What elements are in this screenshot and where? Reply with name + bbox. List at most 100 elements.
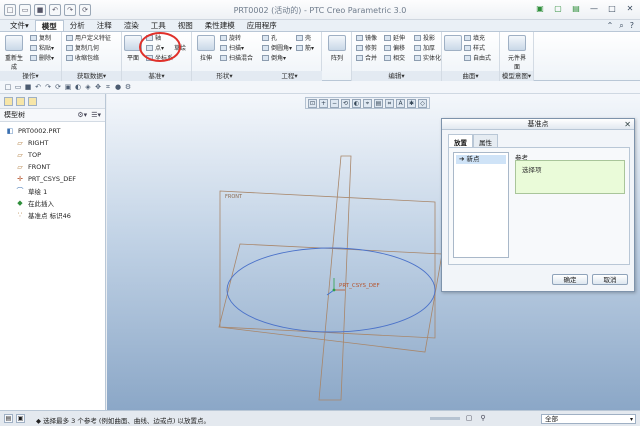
group-caption-edit[interactable]: 编辑▾ [352, 71, 441, 81]
references-collector[interactable]: 选择项 [515, 160, 625, 194]
zoom-slider[interactable] [430, 417, 460, 420]
shading-icon[interactable]: ◐ [74, 83, 82, 91]
ok-button[interactable]: 确定 [552, 274, 588, 285]
tree-item-part[interactable]: ◧ PRT0002.PRT [2, 125, 103, 137]
rib-button[interactable]: 筋▾ [296, 45, 314, 53]
tab-view[interactable]: 视图 [172, 20, 199, 31]
fullscreen-icon[interactable]: ▢ [464, 414, 474, 423]
project-button[interactable]: 投影 [414, 35, 435, 43]
right-plane[interactable] [318, 155, 352, 401]
data-window-icon[interactable]: ▤ [570, 3, 582, 15]
new-icon[interactable]: □ [4, 83, 12, 91]
help-window-icon[interactable]: ▢ [552, 3, 564, 15]
orient-icon[interactable]: ✥ [94, 83, 102, 91]
open-icon[interactable]: ▭ [14, 83, 22, 91]
browser-toggle-icon[interactable]: ▣ [16, 414, 25, 423]
pattern-button[interactable]: 阵列 [327, 35, 347, 62]
regenerate-button[interactable]: 重新生成 [3, 35, 25, 71]
tree-item-right[interactable]: ▱ RIGHT [2, 137, 103, 149]
solidify-button[interactable]: 实体化 [414, 55, 441, 63]
folder-browser-icon[interactable] [16, 97, 25, 106]
group-caption-operations[interactable]: 操作▾ [0, 71, 61, 81]
fill-button[interactable]: 填充 [464, 35, 485, 43]
swept-blend-button[interactable]: 扫描混合 [220, 55, 253, 63]
boundary-blend-button[interactable] [444, 35, 462, 53]
csys-origin[interactable] [332, 288, 336, 292]
display-style-icon[interactable]: ◈ [84, 83, 92, 91]
tree-item-top[interactable]: ▱ TOP [2, 149, 103, 161]
chamfer-button[interactable]: 倒角▾ [262, 55, 286, 63]
mirror-button[interactable]: 镜像 [356, 35, 377, 43]
settings-icon[interactable]: ⚙ [124, 83, 132, 91]
dialog-title-bar[interactable]: 基准点 ✕ [442, 119, 634, 130]
sweep-button[interactable]: 扫描▾ [220, 45, 244, 53]
close-icon[interactable]: ✕ [624, 3, 636, 15]
selection-filter[interactable]: 全部 ▾ [541, 414, 636, 424]
cancel-button[interactable]: 取消 [592, 274, 628, 285]
group-caption-engineering[interactable]: 工程▾ [257, 71, 322, 81]
app-window-icon[interactable]: ▣ [534, 3, 546, 15]
group-caption-surfaces[interactable]: 曲面▾ [442, 71, 499, 81]
hole-button[interactable]: 孔 [262, 35, 277, 43]
minimize-icon[interactable]: — [588, 3, 600, 15]
freestyle-button[interactable]: 自由式 [464, 55, 491, 63]
appearance-icon[interactable]: ● [114, 83, 122, 91]
revolve-button[interactable]: 旋转 [220, 35, 241, 43]
group-caption-datum[interactable]: 基准▾ [122, 71, 191, 81]
extend-button[interactable]: 延伸 [384, 35, 405, 43]
group-caption-get-data[interactable]: 获取数据▾ [62, 71, 121, 81]
copy-geometry-button[interactable]: 复制几何 [66, 45, 99, 53]
find-icon[interactable]: ⚲ [478, 414, 488, 423]
extrude-button[interactable]: 拉伸 [196, 35, 216, 62]
datum-display-icon[interactable]: ⌗ [104, 83, 112, 91]
round-button[interactable]: 倒圆角▾ [262, 45, 292, 53]
tab-analysis[interactable]: 分析 [64, 20, 91, 31]
tab-tools[interactable]: 工具 [145, 20, 172, 31]
style-button[interactable]: 样式 [464, 45, 485, 53]
redo-icon[interactable]: ↷ [44, 83, 52, 91]
copy-button[interactable]: 复制 [30, 35, 51, 43]
front-plane[interactable] [219, 190, 436, 339]
list-item[interactable]: ➔ 新点 [456, 155, 506, 164]
tab-applications[interactable]: 应用程序 [241, 20, 283, 31]
collapse-ribbon-icon[interactable]: ⌃ [607, 21, 614, 31]
tab-file[interactable]: 文件▾ [4, 20, 35, 31]
shrinkwrap-button[interactable]: 收缩包络 [66, 55, 99, 63]
tree-settings-icon[interactable]: ⚙▾ [77, 111, 87, 119]
tree-item-sketch[interactable]: ⌒ 草绘 1 [2, 185, 103, 197]
undo-icon[interactable]: ↶ [34, 83, 42, 91]
top-plane[interactable] [218, 243, 443, 353]
tree-item-csys[interactable]: ✛ PRT_CSYS_DEF [2, 173, 103, 185]
help-icon[interactable]: ? [630, 21, 634, 31]
delete-button[interactable]: 删除▾ [30, 55, 54, 63]
search-icon[interactable]: ⌕ [619, 21, 623, 31]
intersect-button[interactable]: 相交 [384, 55, 405, 63]
merge-button[interactable]: 合并 [356, 55, 377, 63]
shell-button[interactable]: 壳 [296, 35, 311, 43]
model-tree-tab-icon[interactable] [4, 97, 13, 106]
udf-button[interactable]: 用户定义特征 [66, 35, 111, 43]
regenerate-icon[interactable]: ⟳ [54, 83, 62, 91]
tree-filter-icon[interactable]: ☰▾ [91, 111, 101, 119]
tab-render[interactable]: 渲染 [118, 20, 145, 31]
thicken-button[interactable]: 加厚 [414, 45, 435, 53]
point-list[interactable]: ➔ 新点 [453, 152, 509, 258]
maximize-icon[interactable]: □ [606, 3, 618, 15]
paste-button[interactable]: 粘贴▾ [30, 45, 54, 53]
tab-model[interactable]: 模型 [34, 20, 64, 31]
component-interface-button[interactable]: 元件界面 [506, 35, 528, 71]
trim-button[interactable]: 修剪 [356, 45, 377, 53]
group-caption-shape[interactable]: 形状▾ [192, 71, 257, 81]
tree-item-datum-point[interactable]: ∵ 基准点 标识46 [2, 209, 103, 221]
close-icon[interactable]: ✕ [624, 119, 631, 130]
window-icon[interactable]: ▣ [64, 83, 72, 91]
tab-annotate[interactable]: 注释 [91, 20, 118, 31]
offset-button[interactable]: 偏移 [384, 45, 405, 53]
model-tree-toggle-icon[interactable]: ▤ [4, 414, 13, 423]
tree-item-front[interactable]: ▱ FRONT [2, 161, 103, 173]
sketch-ellipse[interactable] [226, 247, 436, 333]
save-icon[interactable]: ■ [24, 83, 32, 91]
group-caption-model-intent[interactable]: 模型意图▾ [500, 71, 533, 81]
tab-flexible-modeling[interactable]: 柔性建模 [199, 20, 241, 31]
favorites-icon[interactable] [28, 97, 37, 106]
